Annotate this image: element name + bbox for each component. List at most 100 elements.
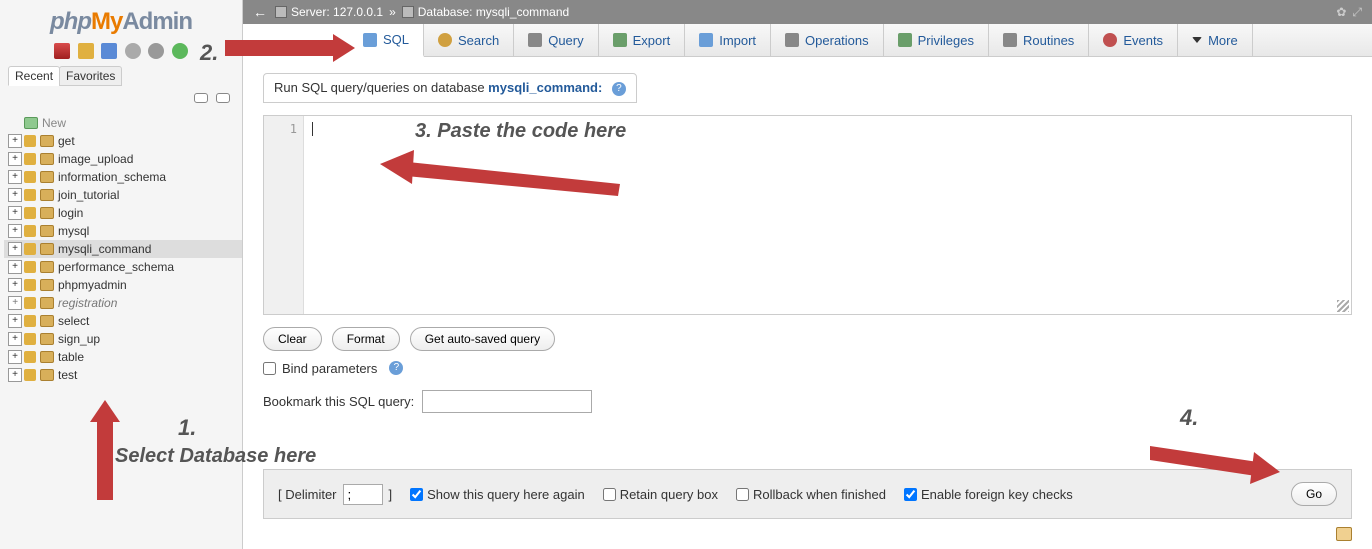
expand-icon[interactable]: +	[8, 368, 22, 382]
tab-import[interactable]: Import	[685, 24, 771, 56]
settings-icon[interactable]	[148, 43, 164, 59]
expand-icon[interactable]: +	[8, 296, 22, 310]
fk-checkbox[interactable]	[904, 488, 917, 501]
tree-item[interactable]: +test	[4, 366, 242, 384]
db-icon	[40, 171, 54, 183]
expand-icon[interactable]: +	[8, 242, 22, 256]
expand-icon[interactable]: +	[8, 350, 22, 364]
db-link-icon	[24, 189, 36, 201]
tab-query[interactable]: Query	[514, 24, 598, 56]
db-icon	[40, 279, 54, 291]
expand-up-icon[interactable]: ⤢	[1352, 5, 1362, 20]
refresh-icon[interactable]	[172, 43, 188, 59]
db-link-icon	[24, 279, 36, 291]
cursor	[312, 122, 313, 136]
help-icon[interactable]: ?	[612, 82, 626, 96]
events-tab-icon	[1103, 33, 1117, 47]
rollback-checkbox[interactable]	[736, 488, 749, 501]
tree-item[interactable]: +information_schema	[4, 168, 242, 186]
bookmark-input[interactable]	[422, 390, 592, 413]
tree-item-selected[interactable]: +mysqli_command	[4, 240, 242, 258]
show-again-checkbox[interactable]	[410, 488, 423, 501]
tab-favorites[interactable]: Favorites	[59, 66, 122, 86]
footer-bar: [ Delimiter ] Show this query here again…	[263, 469, 1352, 519]
main: ← Server: 127.0.0.1 » Database: mysqli_c…	[243, 0, 1372, 549]
expand-icon[interactable]: +	[8, 188, 22, 202]
breadcrumb-actions: ✿ ⤢	[1336, 5, 1362, 20]
db-icon	[40, 261, 54, 273]
go-button[interactable]: Go	[1291, 482, 1337, 506]
sql-icon[interactable]	[101, 43, 117, 59]
db-link-icon	[24, 135, 36, 147]
editor-body[interactable]	[304, 116, 1351, 314]
expand-icon[interactable]: +	[8, 134, 22, 148]
tab-sql[interactable]: SQL	[243, 24, 424, 57]
tree-item[interactable]: +performance_schema	[4, 258, 242, 276]
tree-item[interactable]: +login	[4, 204, 242, 222]
console-icon[interactable]	[1336, 527, 1352, 541]
tree-item[interactable]: +image_upload	[4, 150, 242, 168]
tab-recent[interactable]: Recent	[8, 66, 60, 86]
db-icon	[40, 135, 54, 147]
fk-label[interactable]: Enable foreign key checks	[904, 487, 1073, 502]
exit-icon[interactable]	[78, 43, 94, 59]
db-icon	[40, 315, 54, 327]
bookmark-row: Bookmark this SQL query:	[263, 390, 1352, 413]
sidebar-tabs: RecentFavorites	[0, 65, 242, 87]
tree-item[interactable]: +phpmyadmin	[4, 276, 242, 294]
sql-editor: 1	[263, 115, 1352, 315]
expand-icon[interactable]: +	[8, 314, 22, 328]
tree-item[interactable]: +get	[4, 132, 242, 150]
tab-routines[interactable]: Routines	[989, 24, 1089, 56]
show-again-label[interactable]: Show this query here again	[410, 487, 585, 502]
db-icon	[40, 369, 54, 381]
more-tab-icon	[1192, 37, 1202, 43]
retain-label[interactable]: Retain query box	[603, 487, 718, 502]
gear-icon[interactable]: ✿	[1336, 5, 1346, 20]
expand-icon[interactable]: +	[8, 278, 22, 292]
db-link-icon	[24, 369, 36, 381]
topnav: SQL Search Query Export Import Operation…	[243, 24, 1372, 57]
collapse-icon[interactable]	[194, 93, 208, 103]
tree-item[interactable]: +table	[4, 348, 242, 366]
sql-header: Run SQL query/queries on database mysqli…	[263, 73, 637, 103]
tree-item[interactable]: +sign_up	[4, 330, 242, 348]
editor-gutter: 1	[264, 116, 304, 314]
sql-tab-icon	[363, 33, 377, 47]
tree-new[interactable]: New	[4, 114, 242, 132]
retain-checkbox[interactable]	[603, 488, 616, 501]
tab-events[interactable]: Events	[1089, 24, 1178, 56]
server-value[interactable]: 127.0.0.1	[333, 5, 383, 19]
autosave-button[interactable]: Get auto-saved query	[410, 327, 555, 351]
back-icon[interactable]: ←	[253, 4, 267, 20]
tab-search[interactable]: Search	[424, 24, 514, 56]
expand-icon[interactable]: +	[8, 170, 22, 184]
expand-icon[interactable]: +	[8, 224, 22, 238]
status-icon[interactable]	[125, 43, 141, 59]
sql-db-name[interactable]: mysqli_command:	[488, 80, 602, 95]
expand-icon[interactable]: +	[8, 152, 22, 166]
rollback-label[interactable]: Rollback when finished	[736, 487, 886, 502]
clear-button[interactable]: Clear	[263, 327, 322, 351]
tree-item[interactable]: +mysql	[4, 222, 242, 240]
tab-more[interactable]: More	[1178, 24, 1253, 56]
bind-params-checkbox[interactable]	[263, 362, 276, 375]
tree-item[interactable]: +select	[4, 312, 242, 330]
delimiter-input[interactable]	[343, 484, 383, 505]
link-icon[interactable]	[216, 93, 230, 103]
tab-privileges[interactable]: Privileges	[884, 24, 989, 56]
tab-export[interactable]: Export	[599, 24, 686, 56]
tree-item[interactable]: +registration	[4, 294, 242, 312]
operations-tab-icon	[785, 33, 799, 47]
expand-icon[interactable]: +	[8, 206, 22, 220]
tab-operations[interactable]: Operations	[771, 24, 884, 56]
db-value[interactable]: mysqli_command	[476, 5, 569, 19]
home-icon[interactable]	[54, 43, 70, 59]
format-button[interactable]: Format	[332, 327, 400, 351]
tree-item[interactable]: +join_tutorial	[4, 186, 242, 204]
sidebar-toolbar	[0, 40, 242, 65]
resize-handle[interactable]	[1337, 300, 1349, 312]
expand-icon[interactable]: +	[8, 332, 22, 346]
expand-icon[interactable]: +	[8, 260, 22, 274]
help-icon[interactable]: ?	[389, 361, 403, 375]
